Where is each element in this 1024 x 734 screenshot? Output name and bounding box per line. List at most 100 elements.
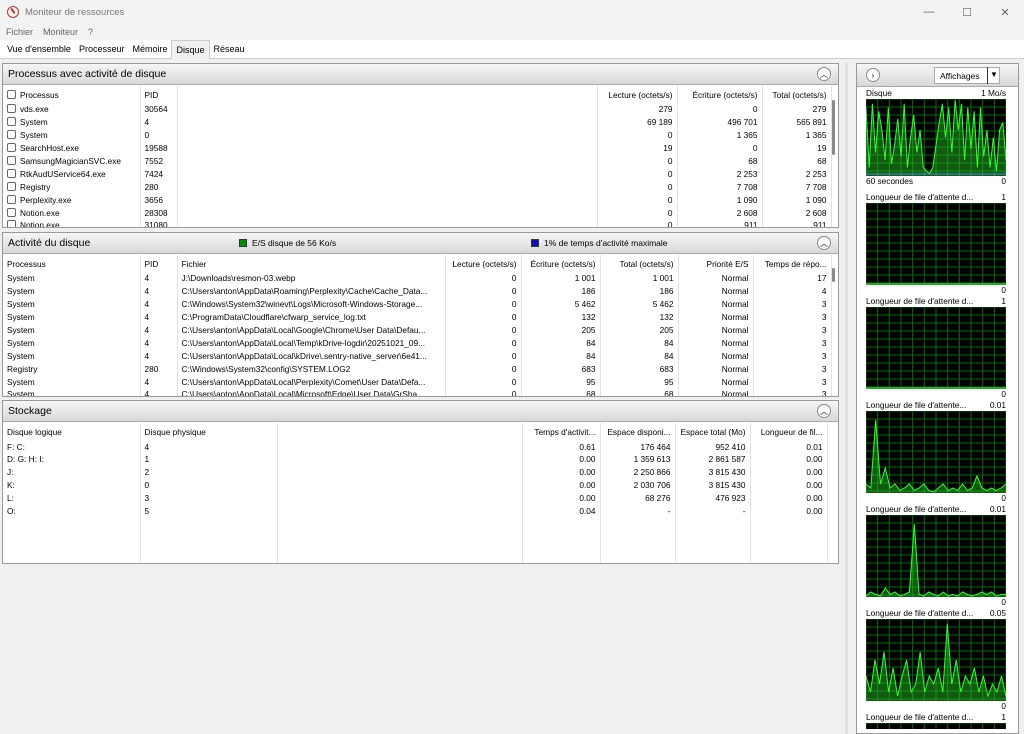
table-row[interactable]: System4C:\Users\anton\AppData\Local\Temp… [3,336,831,349]
column-header[interactable]: Processus [3,255,140,272]
row-checkbox[interactable] [7,104,16,113]
table-row[interactable]: Registry28007 7087 708 [3,180,831,193]
table-cell: 683 [600,362,678,375]
cell-value: 30564 [145,104,168,114]
scrollbar[interactable] [832,100,835,155]
table-row[interactable]: J:20.002 250 8663 815 4300.00 [3,466,827,479]
column-header[interactable]: Priorité E/S [678,255,753,272]
column-header[interactable]: Total (octets/s) [600,255,678,272]
column-header[interactable]: Espace disponi... [600,423,675,440]
row-checkbox[interactable] [7,182,16,191]
table-row[interactable]: System4C:\Users\anton\AppData\Local\Goog… [3,324,831,337]
collapse-icon[interactable]: ︿ [817,404,831,418]
cell-value: 3 [822,338,827,348]
table-row[interactable]: System4J:\Downloads\resmon-03.webp01 001… [3,272,831,285]
menu-moniteur[interactable]: Moniteur [43,27,78,37]
row-checkbox[interactable] [7,195,16,204]
minimize-button[interactable]: — [910,0,948,24]
column-header[interactable] [177,86,597,103]
column-header[interactable]: Disque physique [140,423,277,440]
column-header[interactable]: Disque logique [3,423,140,440]
table-row[interactable]: Notion.exe310800911911 [3,219,831,228]
table-row[interactable]: L:30.0068 276476 9230.00 [3,492,827,505]
table-cell: vds.exe [3,103,140,116]
column-header[interactable]: Temps d'activit... [522,423,600,440]
scrollbar[interactable] [832,268,835,282]
row-checkbox[interactable] [7,208,16,217]
column-header[interactable]: Espace total (Mo) [675,423,750,440]
cell-value: 0.00 [806,454,822,464]
tab-network[interactable]: Réseau [210,40,249,59]
tab-disk[interactable]: Disque [171,40,209,59]
column-header[interactable] [277,423,522,440]
table-row[interactable]: System4C:\Users\anton\AppData\Local\Perp… [3,375,831,388]
table-row[interactable]: Notion.exe2830802 6082 608 [3,206,831,219]
table-row[interactable]: System4C:\Users\anton\AppData\Roaming\Pe… [3,285,831,298]
row-checkbox[interactable] [7,156,16,165]
io-legend: E/S disque de 56 Ko/s [239,238,336,248]
column-header[interactable]: Lecture (octets/s) [597,86,677,103]
views-dropdown-icon[interactable]: ▼ [987,67,1000,84]
storage-header[interactable]: Stockage ︿ [3,401,838,422]
row-checkbox[interactable] [7,169,16,178]
table-row[interactable]: System001 3651 365 [3,129,831,142]
maximize-button[interactable]: ☐ [948,0,986,24]
table-cell [3,518,140,563]
table-row[interactable]: F: C:40.61176 464952 4100.01 [3,440,827,453]
collapse-icon[interactable]: ︿ [817,236,831,250]
column-header[interactable]: Écriture (octets/s) [521,255,600,272]
column-header[interactable]: Fichier [177,255,445,272]
table-row[interactable]: Perplexity.exe365601 0901 090 [3,193,831,206]
column-header[interactable]: Processus [3,86,140,103]
table-cell: 3656 [140,193,177,206]
column-header[interactable]: PID [140,255,177,272]
row-checkbox[interactable] [7,143,16,152]
pane-splitter[interactable] [845,63,848,734]
row-checkbox[interactable] [7,130,16,139]
cell-value: 0 [753,143,758,153]
menu-help[interactable]: ? [88,27,93,37]
table-row[interactable]: System4C:\Windows\System32\winevt\Logs\M… [3,298,831,311]
table-cell: 565 891 [762,116,831,129]
table-row[interactable]: SearchHost.exe1958819019 [3,142,831,155]
cell-value: 4 [145,351,150,361]
row-checkbox[interactable] [7,220,16,228]
table-row[interactable]: System4C:\Users\anton\AppData\Local\Micr… [3,388,831,397]
table-row[interactable]: RtkAudUService64.exe742402 2532 253 [3,167,831,180]
processes-header[interactable]: Processus avec activité de disque ︿ [3,64,838,85]
tab-memory[interactable]: Mémoire [128,40,171,59]
table-row[interactable]: System469 189496 701565 891 [3,116,831,129]
expand-icon[interactable]: › [866,68,880,82]
close-button[interactable]: ✕ [986,0,1024,24]
tab-cpu[interactable]: Processeur [75,40,129,59]
graph-label-row: Longueur de file d'attente d...1 [866,192,1006,203]
table-row[interactable]: K:00.002 030 7063 815 4300.00 [3,479,827,492]
disk-activity-header[interactable]: Activité du disque E/S disque de 56 Ko/s… [3,233,838,254]
column-header[interactable]: Total (octets/s) [762,86,831,103]
column-header[interactable]: PID [140,86,177,103]
table-row[interactable]: O:50.04--0.00 [3,505,827,518]
table-cell: 0 [140,479,277,492]
table-cell: 31080 [140,219,177,228]
table-row[interactable]: System4C:\ProgramData\Cloudflare\cfwarp_… [3,311,831,324]
table-row[interactable]: System4C:\Users\anton\AppData\Local\kDri… [3,349,831,362]
table-row[interactable]: D: G: H: I:10.001 359 6132 861 5870.00 [3,453,827,466]
table-row[interactable]: vds.exe305642790279 [3,103,831,116]
graph-min: 0 [1001,493,1006,503]
column-header[interactable]: Temps de répo... [753,255,831,272]
select-all-checkbox[interactable] [7,90,16,99]
table-row[interactable]: Registry280C:\Windows\System32\config\SY… [3,362,831,375]
cell-value: 4 [145,286,150,296]
column-header[interactable]: Lecture (octets/s) [445,255,521,272]
table-cell: Normal [678,311,753,324]
column-header[interactable]: Longueur de fil... [750,423,827,440]
menu-fichier[interactable]: Fichier [6,27,33,37]
row-checkbox[interactable] [7,117,16,126]
column-header[interactable]: Écriture (octets/s) [677,86,762,103]
collapse-icon[interactable]: ︿ [817,67,831,81]
table-cell: 19 [762,142,831,155]
tab-overview[interactable]: Vue d'ensemble [3,40,75,59]
graph-plot [866,619,1006,701]
table-row[interactable]: SamsungMagicianSVC.exe755206868 [3,155,831,168]
cell-value: C:\Users\anton\AppData\Local\Perplexity\… [182,377,426,387]
